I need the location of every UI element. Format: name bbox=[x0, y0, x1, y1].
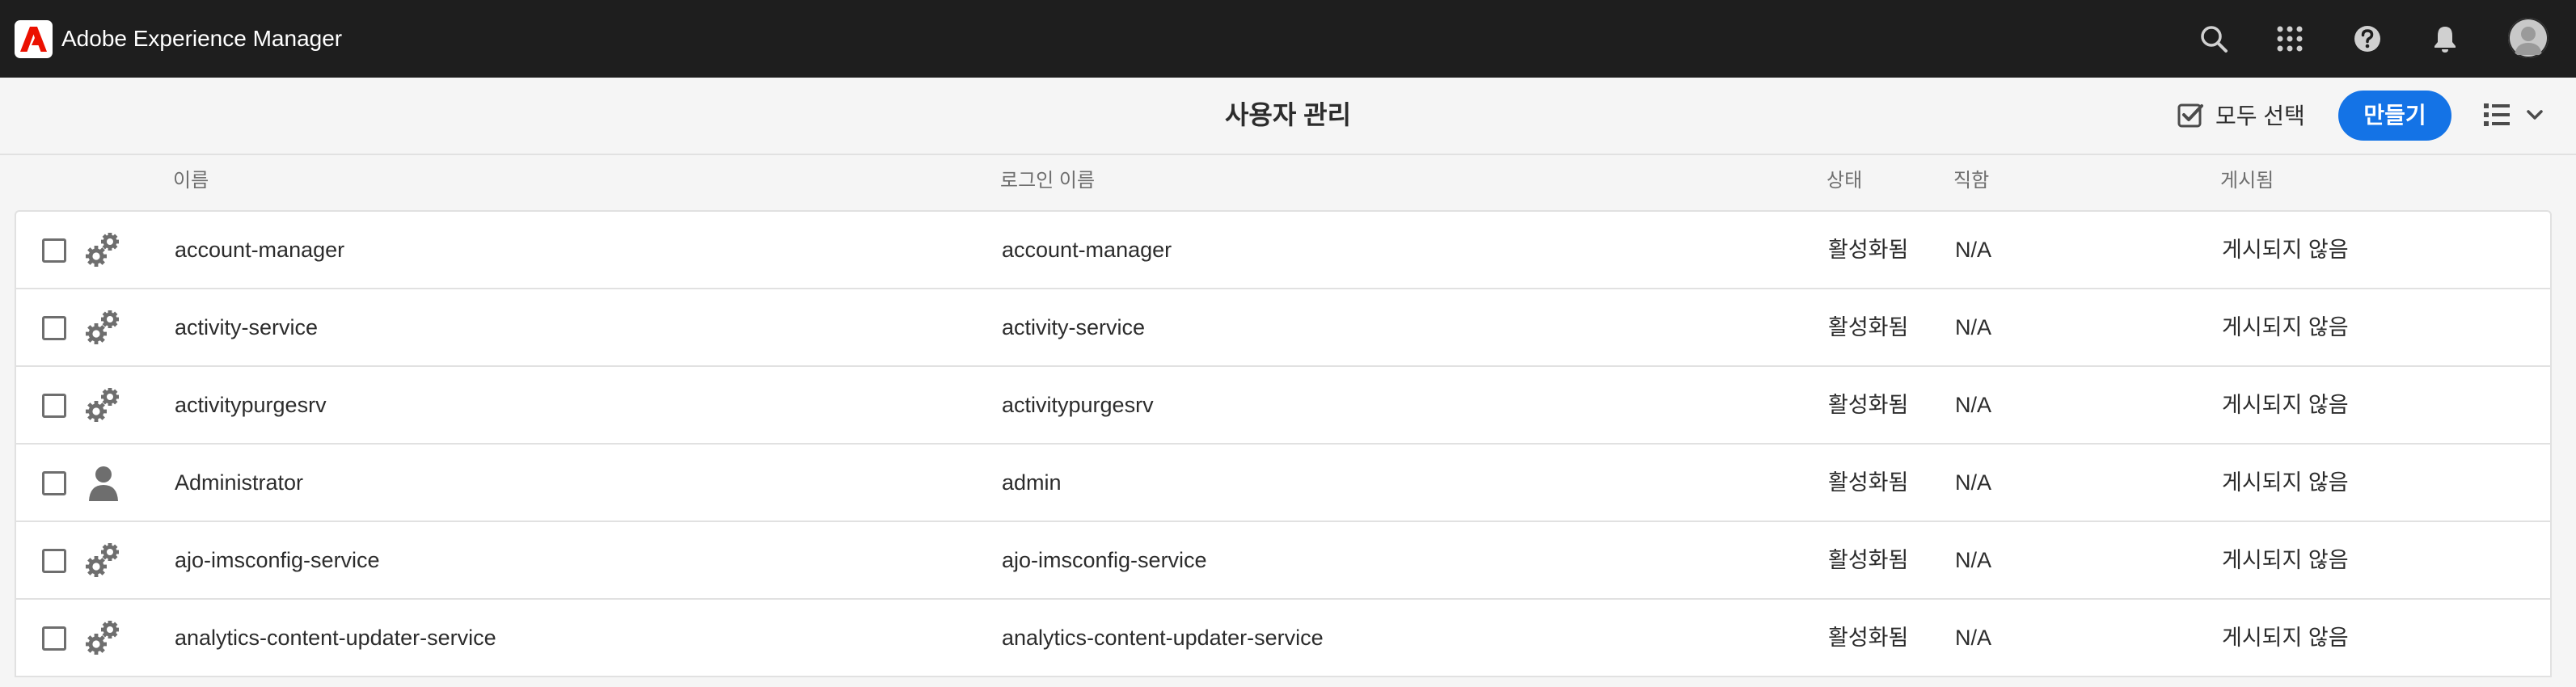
title-value: N/A bbox=[1955, 548, 1992, 572]
user-name: activity-service bbox=[175, 315, 319, 339]
row-checkbox[interactable] bbox=[42, 626, 66, 651]
title-value: N/A bbox=[1955, 626, 1992, 650]
select-all-icon bbox=[2177, 103, 2203, 128]
search-icon[interactable] bbox=[2196, 21, 2232, 57]
table-row[interactable]: account-manager account-manager 활성화됨 N/A 게시되… bbox=[16, 212, 2550, 289]
title-value: N/A bbox=[1955, 315, 1992, 339]
service-user-icon bbox=[82, 617, 125, 658]
column-header-status[interactable]: 상태 bbox=[1826, 168, 1862, 194]
login-name: analytics-content-updater-service bbox=[1002, 626, 1324, 650]
bell-icon[interactable] bbox=[2427, 21, 2463, 57]
login-name: activitypurgesrv bbox=[1002, 393, 1154, 417]
row-checkbox[interactable] bbox=[42, 549, 66, 573]
row-checkbox[interactable] bbox=[42, 316, 66, 340]
user-icon bbox=[82, 462, 125, 503]
help-icon[interactable] bbox=[2350, 21, 2385, 57]
user-avatar[interactable] bbox=[2508, 18, 2549, 58]
table-row[interactable]: activity-service activity-service 활성화됨 N/A 게… bbox=[16, 289, 2550, 367]
status-value: 활성화됨 bbox=[1828, 238, 1909, 262]
published-value: 게시되지 않음 bbox=[2222, 393, 2349, 417]
shell-header: Adobe Experience Manager bbox=[0, 0, 2576, 78]
login-name: account-manager bbox=[1002, 238, 1172, 262]
published-value: 게시되지 않음 bbox=[2222, 315, 2349, 339]
title-value: N/A bbox=[1955, 470, 1992, 495]
published-value: 게시되지 않음 bbox=[2222, 548, 2349, 572]
published-value: 게시되지 않음 bbox=[2222, 470, 2349, 495]
login-name: ajo-imsconfig-service bbox=[1002, 548, 1207, 572]
action-bar: 사용자 관리 모두 선택 만들기 bbox=[0, 78, 2576, 155]
user-list: account-manager account-manager 활성화됨 N/A 게시되… bbox=[15, 210, 2552, 677]
chevron-down-icon bbox=[2527, 110, 2543, 120]
table-row[interactable]: activitypurgesrv activitypurgesrv 활성화됨 N/A 게… bbox=[16, 367, 2550, 445]
service-user-icon bbox=[82, 385, 125, 425]
list-view-icon bbox=[2484, 103, 2510, 126]
adobe-logo-icon[interactable] bbox=[15, 20, 53, 58]
user-name: Administrator bbox=[175, 470, 304, 495]
user-name: analytics-content-updater-service bbox=[175, 626, 496, 650]
service-user-icon bbox=[82, 540, 125, 580]
user-name: account-manager bbox=[175, 238, 345, 262]
user-name: activitypurgesrv bbox=[175, 393, 327, 417]
product-name[interactable]: Adobe Experience Manager bbox=[61, 24, 342, 53]
status-value: 활성화됨 bbox=[1828, 626, 1909, 650]
apps-grid-icon[interactable] bbox=[2272, 21, 2308, 57]
status-value: 활성화됨 bbox=[1828, 548, 1909, 572]
create-button[interactable]: 만들기 bbox=[2338, 91, 2451, 141]
title-value: N/A bbox=[1955, 393, 1992, 417]
column-header-login[interactable]: 로그인 이름 bbox=[1000, 168, 1095, 194]
table-row[interactable]: analytics-content-updater-service analyti… bbox=[16, 600, 2550, 677]
row-checkbox[interactable] bbox=[42, 238, 66, 263]
select-all-button[interactable]: 모두 선택 bbox=[2177, 99, 2305, 131]
status-value: 활성화됨 bbox=[1828, 315, 1909, 339]
login-name: admin bbox=[1002, 470, 1062, 495]
view-switcher[interactable] bbox=[2482, 95, 2555, 134]
user-name: ajo-imsconfig-service bbox=[175, 548, 380, 572]
table-row[interactable]: ajo-imsconfig-service ajo-imsconfig-servi… bbox=[16, 522, 2550, 600]
select-all-label: 모두 선택 bbox=[2215, 103, 2305, 129]
login-name: activity-service bbox=[1002, 315, 1146, 339]
status-value: 활성화됨 bbox=[1828, 393, 1909, 417]
column-headers: 이름 로그인 이름 상태 직함 게시됨 bbox=[0, 155, 2576, 210]
published-value: 게시되지 않음 bbox=[2222, 238, 2349, 262]
status-value: 활성화됨 bbox=[1828, 470, 1909, 495]
row-checkbox[interactable] bbox=[42, 394, 66, 418]
column-header-name[interactable]: 이름 bbox=[173, 168, 209, 194]
published-value: 게시되지 않음 bbox=[2222, 626, 2349, 650]
column-header-published[interactable]: 게시됨 bbox=[2220, 168, 2274, 194]
column-header-title[interactable]: 직함 bbox=[1953, 168, 1989, 194]
table-row[interactable]: Administrator admin 활성화됨 N/A 게시되지 않음 bbox=[16, 445, 2550, 522]
row-checkbox[interactable] bbox=[42, 471, 66, 495]
service-user-icon bbox=[82, 307, 125, 348]
service-user-icon bbox=[82, 230, 125, 270]
title-value: N/A bbox=[1955, 238, 1992, 262]
